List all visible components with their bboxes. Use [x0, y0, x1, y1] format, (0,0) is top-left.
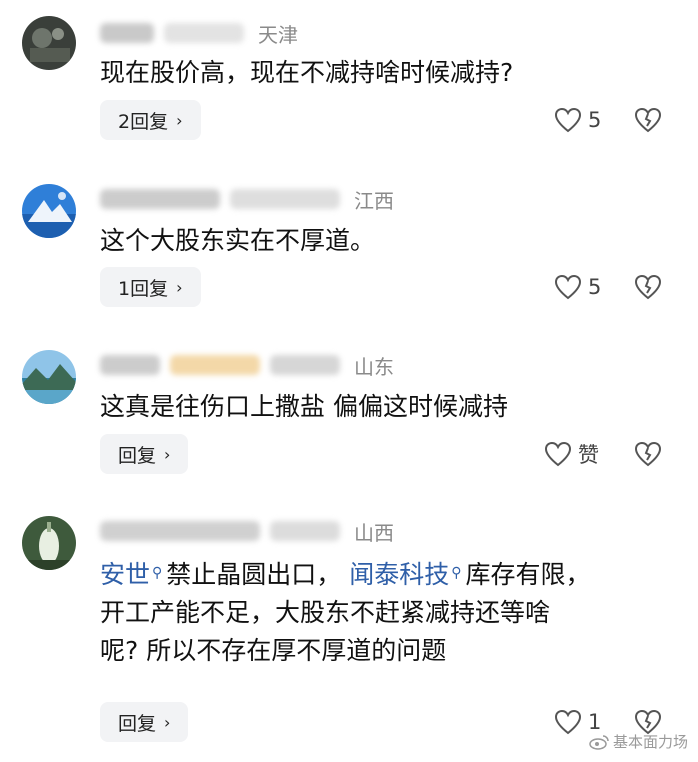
heart-outline-icon — [554, 107, 582, 133]
blurred-username — [100, 23, 154, 43]
heart-outline-icon — [544, 441, 572, 467]
dislike-button[interactable] — [634, 100, 664, 140]
blurred-username — [100, 189, 220, 209]
like-count: 5 — [588, 108, 602, 132]
like-count: 赞 — [578, 443, 599, 467]
username-row: 山西 — [100, 516, 394, 546]
watermark: 基本面力场 — [589, 731, 688, 752]
reply-label: 回复 — [118, 712, 157, 735]
blurred-username — [100, 521, 260, 541]
reply-label: 回复 — [118, 444, 157, 467]
reply-label: 1回复 — [118, 277, 169, 300]
heart-outline-icon — [554, 709, 582, 735]
blurred-badge — [270, 355, 340, 375]
avatar[interactable] — [22, 350, 76, 404]
avatar[interactable] — [22, 516, 76, 570]
blurred-badge — [164, 23, 244, 43]
comment-text-line-3: 呢? 所以不存在厚不厚道的问题 — [100, 636, 447, 665]
location-label: 山东 — [354, 354, 394, 379]
like-button[interactable]: 5 — [554, 100, 601, 140]
heart-outline-icon — [554, 274, 582, 300]
comment-text: 这个大股东实在不厚道。 — [100, 226, 376, 255]
watermark-text: 基本面力场 — [612, 733, 688, 751]
comment-text: 安世 ⚲ 禁止晶圆出口， 闻泰科技 ⚲ 库存有限， 开工产能不足，大股东不赶紧减持还等啥… — [100, 554, 660, 670]
avatar[interactable] — [22, 184, 76, 238]
location-label: 江西 — [354, 188, 394, 213]
weibo-icon — [589, 734, 609, 750]
comment-text-line-2: 开工产能不足，大股东不赶紧减持还等啥 — [100, 598, 551, 627]
broken-heart-icon — [634, 107, 662, 133]
reply-label: 2回复 — [118, 110, 169, 133]
text-segment: 禁止晶圆出口， — [166, 560, 342, 589]
broken-heart-icon — [634, 441, 662, 467]
reply-button[interactable]: 回复 › — [100, 434, 189, 474]
search-icon: ⚲ — [152, 565, 163, 581]
text-segment: 库存有限， — [465, 560, 591, 589]
search-icon: ⚲ — [451, 565, 462, 581]
comment-text: 这真是往伤口上撒盐 偏偏这时候减持 — [100, 392, 508, 421]
username-row: 山东 — [100, 350, 394, 380]
chevron-right-icon: › — [164, 444, 171, 464]
blurred-badge — [170, 355, 260, 375]
avatar[interactable] — [22, 16, 76, 70]
username-row: 天津 — [100, 18, 298, 48]
comment-text: 现在股价高，现在不减持啥时候减持? — [100, 58, 514, 87]
like-count: 5 — [588, 275, 602, 299]
chevron-right-icon: › — [164, 712, 171, 732]
reply-button[interactable]: 2回复 › — [100, 100, 201, 140]
dislike-button[interactable] — [634, 267, 664, 307]
location-label: 山西 — [354, 520, 394, 545]
blurred-badge — [270, 521, 340, 541]
like-button[interactable]: 赞 — [544, 434, 599, 474]
blurred-badge — [230, 189, 340, 209]
search-link-anshi[interactable]: 安世 — [100, 560, 150, 589]
reply-button[interactable]: 回复 › — [100, 702, 189, 742]
blurred-username — [100, 355, 160, 375]
reply-button[interactable]: 1回复 › — [100, 267, 201, 307]
broken-heart-icon — [634, 274, 662, 300]
dislike-button[interactable] — [634, 434, 664, 474]
location-label: 天津 — [258, 22, 298, 47]
chevron-right-icon: › — [176, 110, 183, 130]
comment-text-line-1: 安世 ⚲ 禁止晶圆出口， 闻泰科技 ⚲ 库存有限， — [100, 554, 660, 594]
like-button[interactable]: 5 — [554, 267, 601, 307]
chevron-right-icon: › — [176, 277, 183, 297]
search-link-wingtech[interactable]: 闻泰科技 — [349, 560, 449, 589]
username-row: 江西 — [100, 184, 394, 214]
